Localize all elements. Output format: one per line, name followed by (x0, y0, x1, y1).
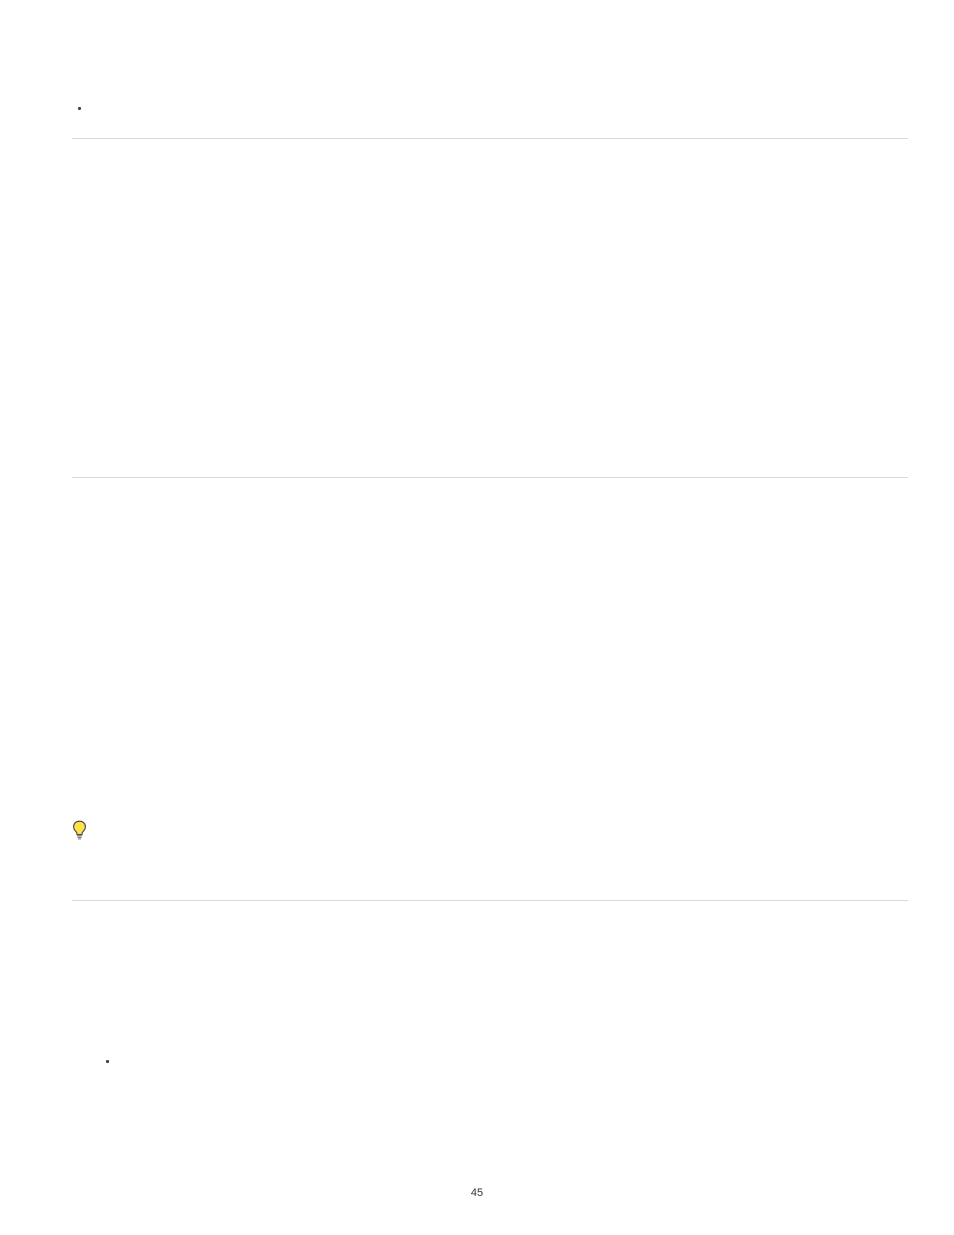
tip-callout (72, 820, 908, 840)
spacer (72, 478, 908, 820)
top-margin (72, 0, 908, 92)
lightbulb-icon (72, 820, 87, 840)
document-page: 45 (0, 0, 954, 1235)
spacer (72, 100, 908, 138)
spacer (72, 139, 908, 477)
page-number: 45 (0, 1187, 954, 1199)
spacer (72, 901, 908, 1019)
spacer (72, 840, 908, 900)
